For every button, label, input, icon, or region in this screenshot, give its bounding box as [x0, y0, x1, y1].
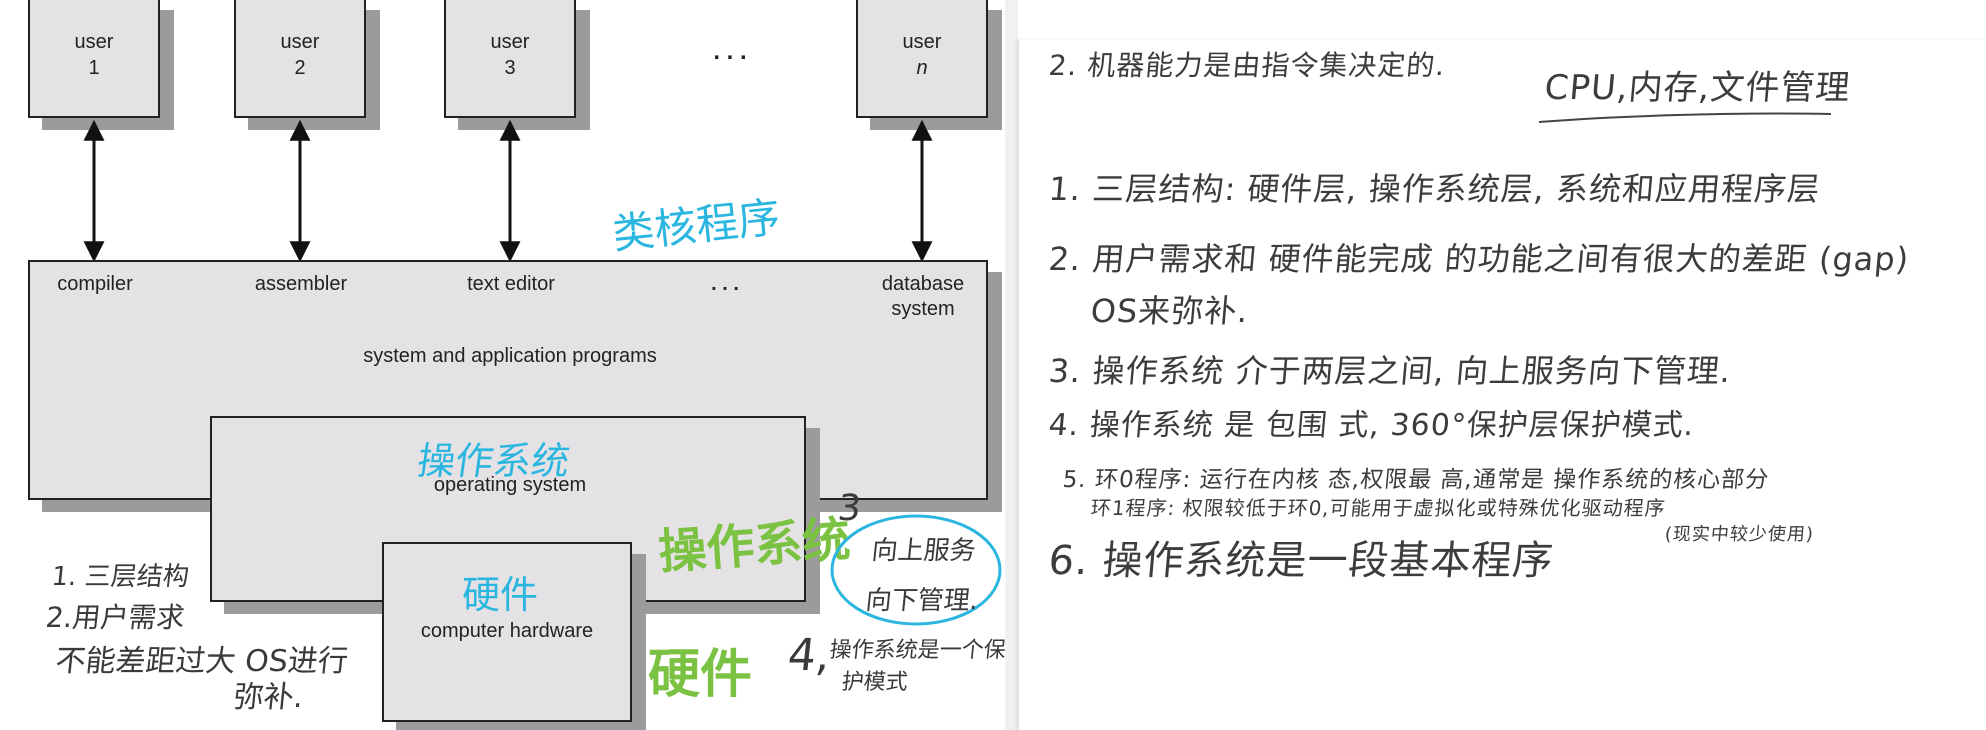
annotation-os-protection-mode: 操作系统是一个保 — [828, 638, 1005, 663]
note-item-3: 3. 操作系统 介于两层之间, 向上服务向下管理. — [1047, 352, 1733, 390]
annotation-os-cyan: 操作系统 — [414, 439, 573, 483]
annotation-number-4: 4, — [785, 630, 833, 681]
annotation-serve-up: 向上服务 — [870, 536, 978, 566]
note-item-6: 6. 操作系统是一段基本程序 — [1046, 538, 1556, 584]
panel-divider — [1005, 0, 1018, 730]
annotation-os-green: 操作系统 — [656, 511, 853, 581]
program-compiler: compiler — [57, 273, 133, 295]
annotation-left-4: 弥补. — [231, 680, 306, 715]
notes-header-left: 2. 机器能力是由指令集决定的. — [1047, 49, 1447, 82]
arrows-layer — [83, 119, 933, 263]
note-item-1: 1. 三层结构: 硬件层, 操作系统层, 系统和应用程序层 — [1047, 170, 1822, 208]
program-database: database — [881, 273, 965, 295]
note-item-4: 4. 操作系统 是 包围 式, 360°保护层保护模式. — [1047, 408, 1696, 443]
note-item-2: 2. 用户需求和 硬件能完成 的功能之间有很大的差距 (gap) — [1047, 240, 1911, 278]
annotation-left-3: 不能差距过大 OS进行 — [53, 644, 350, 679]
hardware-label: computer hardware — [420, 620, 594, 642]
os-layer-diagram: user 1 user 2 user 3 . . . user n compil… — [0, 0, 1005, 730]
annotation-os-protection-mode-2: 护模式 — [840, 670, 910, 695]
header-underline — [1538, 112, 1832, 123]
program-database-system: system — [891, 298, 955, 320]
note-item-5c: (现实中较少使用) — [1663, 524, 1815, 545]
annotation-left-1: 1. 三层结构 — [50, 562, 191, 592]
program-assembler: assembler — [254, 273, 348, 295]
annotation-hw-green: 硬件 — [648, 645, 753, 705]
program-text-editor: text editor — [467, 273, 555, 295]
program-ellipsis: . . . — [711, 273, 739, 295]
annotation-hw-cyan: 硬件 — [462, 573, 539, 617]
handwritten-notes-page: 2. 机器能力是由指令集决定的. CPU,内存,文件管理 1. 三层结构: 硬件… — [1018, 40, 1986, 730]
notes-header-right: CPU,内存,文件管理 — [1542, 68, 1853, 108]
annotation-manage-down: 向下管理. — [864, 586, 980, 616]
note-item-5b: 环1程序: 权限较低于环0,可能用于虚拟化或特殊优化驱动程序 — [1089, 496, 1667, 520]
annotation-left-2: 2.用户需求 — [44, 601, 187, 634]
note-item-2b: OS来弥补. — [1089, 292, 1251, 330]
programs-layer-label: system and application programs — [363, 345, 657, 367]
note-item-5: 5. 环0程序: 运行在内核 态,权限最 高,通常是 操作系统的核心部分 — [1061, 467, 1771, 493]
